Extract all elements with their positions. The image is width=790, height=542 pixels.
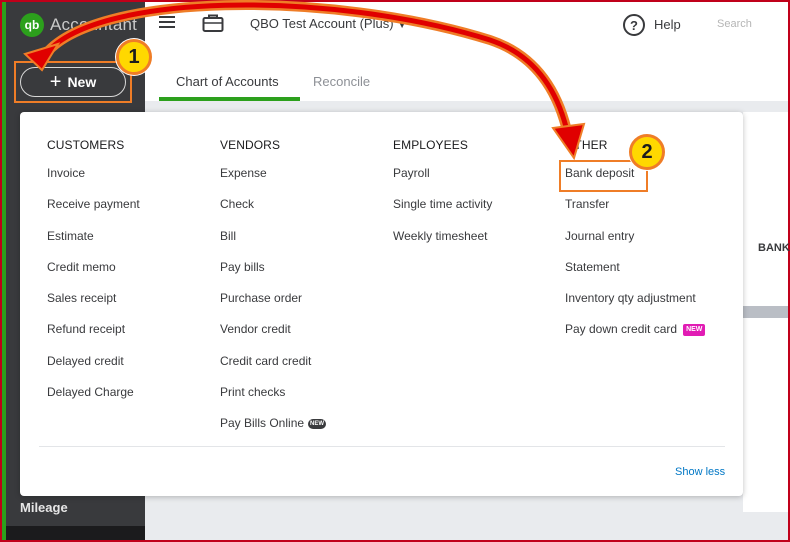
brand-edge-strip [2, 2, 6, 540]
menu-item-credit-card-credit[interactable]: Credit card credit [220, 346, 326, 377]
menu-item-pay-bills-online[interactable]: Pay Bills Online NEW [220, 408, 327, 439]
quickbooks-logo-icon[interactable]: qb [20, 13, 44, 37]
menu-heading-customers: CUSTOMERS [47, 138, 125, 152]
help-label[interactable]: Help [654, 17, 681, 32]
search-input[interactable]: Search [717, 18, 752, 30]
menu-item-print-checks[interactable]: Print checks [220, 377, 326, 408]
menu-heading-employees: EMPLOYEES [393, 138, 468, 152]
menu-column-customers: CUSTOMERS Invoice Receive payment Estima… [47, 135, 140, 408]
new-badge: NEW [683, 324, 706, 337]
sidebar-item-mileage[interactable]: Mileage [20, 500, 68, 515]
menu-item-pay-down-credit-card[interactable]: Pay down credit card NEW [565, 314, 706, 345]
menu-item-credit-memo[interactable]: Credit memo [47, 252, 140, 283]
menu-item-estimate[interactable]: Estimate [47, 221, 140, 252]
hamburger-menu-icon[interactable] [159, 16, 175, 28]
product-name: Accountant [50, 15, 138, 34]
menu-item-pay-bills[interactable]: Pay bills [220, 252, 326, 283]
sidebar-footer [6, 526, 145, 540]
company-name: QBO Test Account (Plus) [250, 16, 394, 31]
menu-item-invoice[interactable]: Invoice [47, 158, 140, 189]
menu-item-journal-entry[interactable]: Journal entry [565, 221, 705, 252]
menu-item-check[interactable]: Check [220, 189, 326, 220]
menu-divider [39, 446, 725, 447]
step-1-marker: 1 [116, 39, 152, 75]
menu-item-single-time-activity[interactable]: Single time activity [393, 189, 492, 220]
company-switcher[interactable]: QBO Test Account (Plus) ▼ [250, 16, 407, 31]
menu-item-bill[interactable]: Bill [220, 221, 326, 252]
menu-item-receive-payment[interactable]: Receive payment [47, 189, 140, 220]
menu-item-delayed-credit[interactable]: Delayed credit [47, 346, 140, 377]
menu-item-transfer[interactable]: Transfer [565, 189, 705, 220]
menu-heading-vendors: VENDORS [220, 138, 281, 152]
menu-item-pay-down-credit-card-label: Pay down credit card [565, 322, 678, 337]
menu-column-employees: EMPLOYEES Payroll Single time activity W… [393, 135, 492, 252]
table-row-strip [743, 306, 788, 318]
menu-item-refund-receipt[interactable]: Refund receipt [47, 314, 140, 345]
menu-item-sales-receipt[interactable]: Sales receipt [47, 283, 140, 314]
menu-item-delayed-charge[interactable]: Delayed Charge [47, 377, 140, 408]
menu-item-weekly-timesheet[interactable]: Weekly timesheet [393, 221, 492, 252]
tab-chart-of-accounts[interactable]: Chart of Accounts [176, 74, 279, 89]
briefcase-icon[interactable] [202, 13, 224, 33]
help-icon[interactable]: ? [623, 14, 645, 36]
new-badge: NEW [308, 419, 327, 430]
active-tab-indicator [159, 97, 300, 101]
menu-item-vendor-credit[interactable]: Vendor credit [220, 314, 326, 345]
table-header-bank: BANK [758, 242, 790, 254]
tab-reconcile[interactable]: Reconcile [313, 74, 370, 89]
menu-item-statement[interactable]: Statement [565, 252, 705, 283]
highlight-new-button [14, 61, 132, 103]
menu-item-expense[interactable]: Expense [220, 158, 326, 189]
menu-item-purchase-order[interactable]: Purchase order [220, 283, 326, 314]
menu-item-payroll[interactable]: Payroll [393, 158, 492, 189]
step-2-marker: 2 [629, 134, 665, 170]
show-less-link[interactable]: Show less [675, 466, 725, 478]
menu-item-inventory-qty-adjustment[interactable]: Inventory qty adjustment [565, 283, 705, 314]
caret-down-icon: ▼ [397, 20, 408, 31]
menu-column-vendors: VENDORS Expense Check Bill Pay bills Pur… [220, 135, 327, 440]
top-header [145, 2, 788, 48]
menu-item-pay-bills-online-label: Pay Bills Online [220, 416, 305, 431]
